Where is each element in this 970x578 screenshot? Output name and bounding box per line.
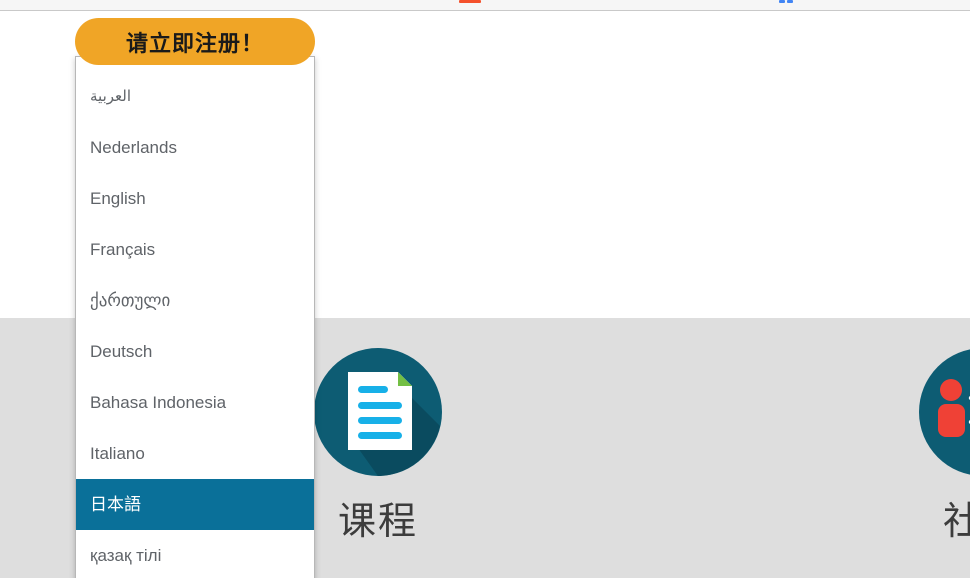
language-option-french[interactable]: Français	[76, 224, 314, 275]
feature-tile-community[interactable]: 社区	[868, 318, 970, 578]
signup-now-button[interactable]: 请立即注册！	[75, 18, 315, 65]
language-option-arabic[interactable]: العربية	[76, 71, 314, 122]
community-people-icon	[917, 346, 970, 478]
language-option-kazakh[interactable]: қазақ тілі	[76, 530, 314, 578]
language-option-georgian[interactable]: ქართული	[76, 275, 314, 326]
language-option-japanese[interactable]: 日本語	[76, 479, 314, 530]
language-option-english[interactable]: English	[76, 173, 314, 224]
top-navigation-bar	[0, 0, 970, 11]
nav-active-underline-orange	[459, 0, 481, 3]
language-dropdown-menu[interactable]: العربية Nederlands English Français ქართ…	[75, 56, 315, 578]
language-option-indonesian[interactable]: Bahasa Indonesia	[76, 377, 314, 428]
page-content: 课程 社 العربية Nederlands English Français…	[0, 12, 970, 578]
language-option-italian[interactable]: Italiano	[76, 428, 314, 479]
feature-label-community: 社区	[942, 501, 970, 543]
language-option-dutch[interactable]: Nederlands	[76, 122, 314, 173]
document-icon	[312, 346, 444, 478]
language-option-german[interactable]: Deutsch	[76, 326, 314, 377]
nav-indicator-blue-left	[779, 0, 785, 3]
nav-indicator-blue-right	[787, 0, 793, 3]
